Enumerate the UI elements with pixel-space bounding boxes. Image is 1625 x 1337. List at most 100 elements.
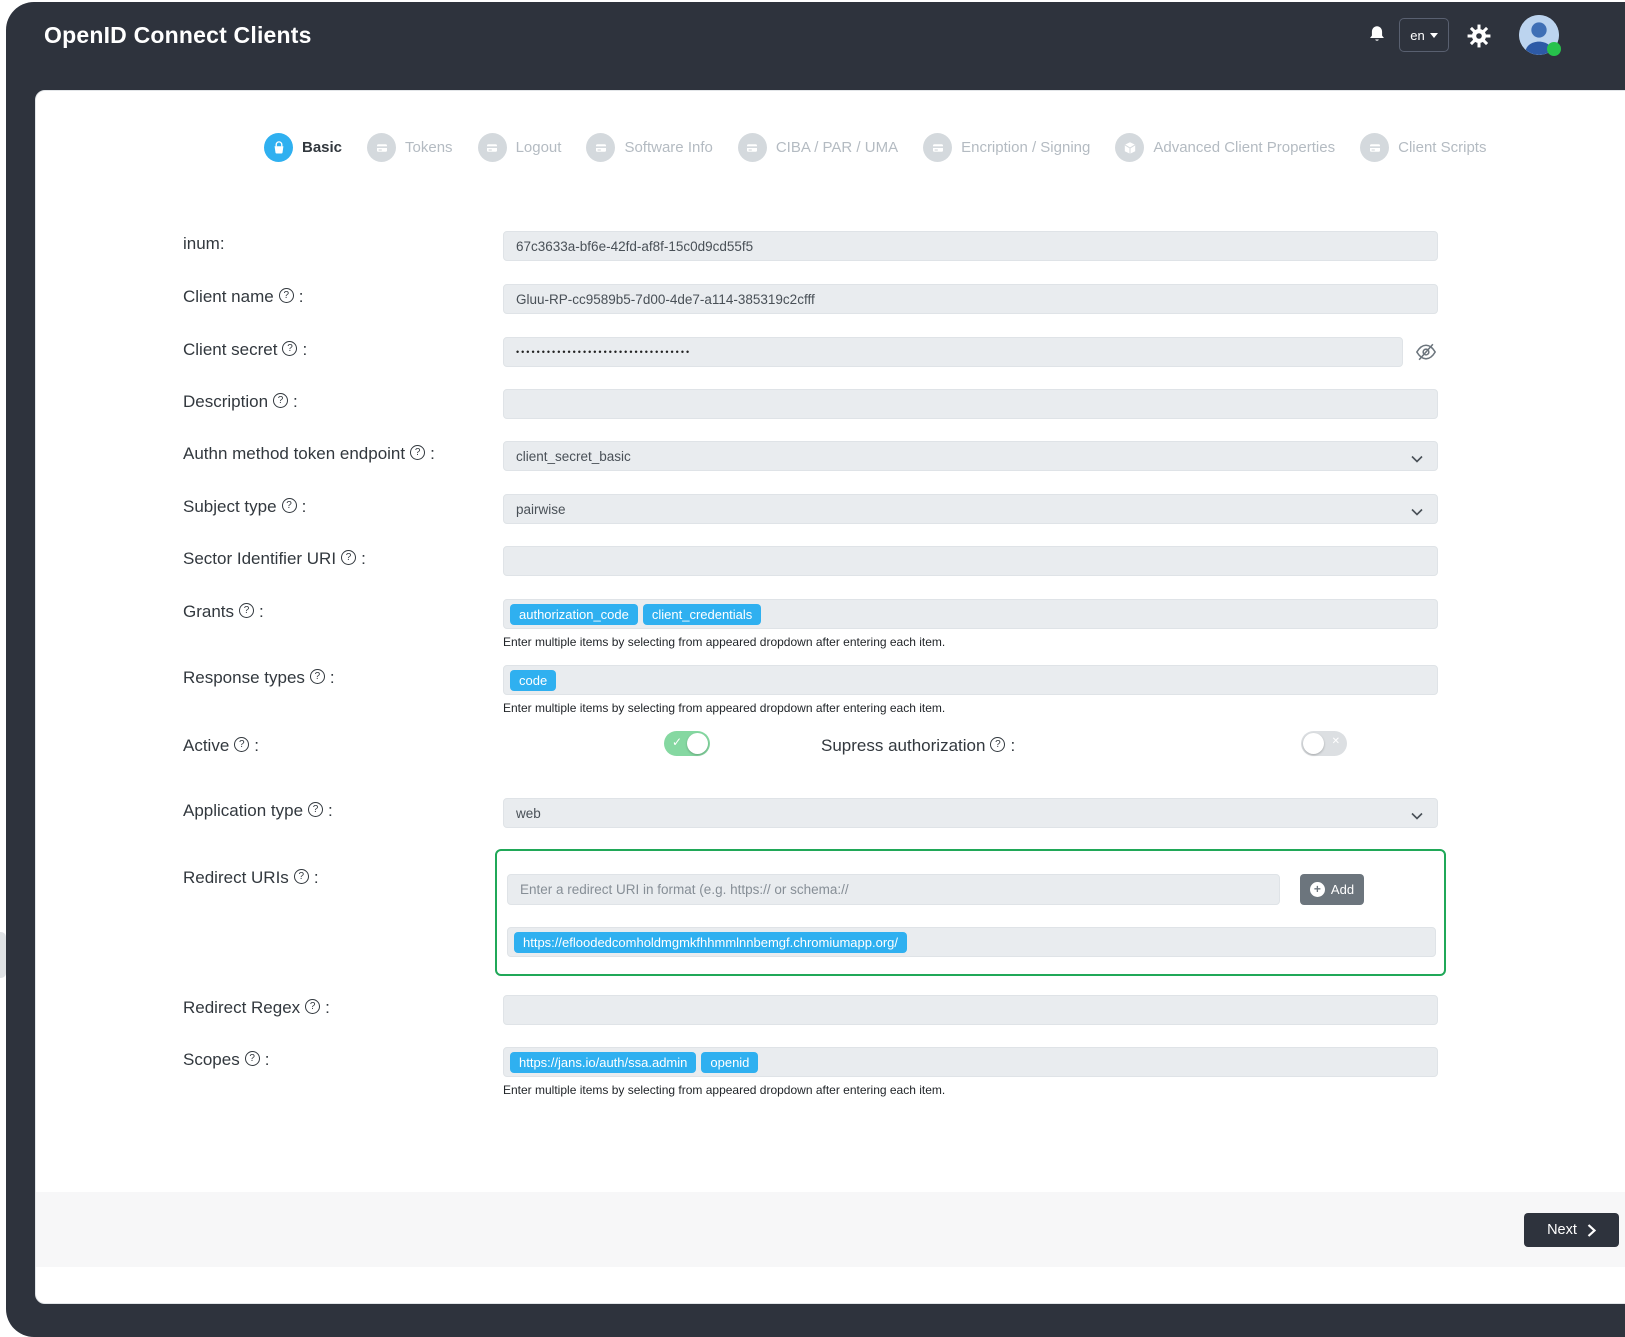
help-icon[interactable]: ?	[239, 603, 254, 618]
notifications-bell-icon[interactable]	[1364, 22, 1390, 50]
online-status-dot	[1547, 42, 1561, 56]
wizard-stepper: Basic Tokens Logout	[264, 133, 1486, 162]
client-name-field[interactable]	[503, 284, 1438, 314]
grants-field[interactable]: authorization_code client_credentials	[503, 599, 1438, 629]
redirect-uri-input[interactable]	[507, 874, 1280, 905]
scope-tag[interactable]: openid	[701, 1052, 758, 1073]
help-icon[interactable]: ?	[273, 393, 288, 408]
help-icon[interactable]: ?	[305, 999, 320, 1014]
card-icon	[586, 133, 615, 162]
help-icon[interactable]: ?	[410, 445, 425, 460]
scopes-field[interactable]: https://jans.io/auth/ssa.admin openid	[503, 1047, 1438, 1077]
tab-label: Encription / Signing	[961, 139, 1090, 156]
inum-field[interactable]	[503, 231, 1438, 261]
application-type-label: Application type?:	[183, 801, 333, 821]
supress-authorization-toggle[interactable]: ✕	[1301, 731, 1347, 756]
description-field[interactable]	[503, 389, 1438, 419]
tab-basic[interactable]: Basic	[264, 133, 342, 162]
left-edge-notch	[0, 932, 6, 978]
tab-logout[interactable]: Logout	[478, 133, 562, 162]
supress-authorization-label: Supress authorization?:	[821, 736, 1015, 756]
page: OpenID Connect Clients en	[0, 0, 1625, 1337]
application-type-select[interactable]: web	[503, 798, 1438, 828]
selected-value: client_secret_basic	[516, 449, 631, 464]
grant-tag[interactable]: authorization_code	[510, 604, 638, 625]
tab-advanced-client-properties[interactable]: Advanced Client Properties	[1115, 133, 1335, 162]
tab-client-scripts[interactable]: Client Scripts	[1360, 133, 1486, 162]
cube-icon	[1115, 133, 1144, 162]
tab-ciba-par-uma[interactable]: CIBA / PAR / UMA	[738, 133, 898, 162]
card-icon	[1360, 133, 1389, 162]
active-toggle[interactable]: ✓	[664, 731, 710, 756]
toggle-knob	[1303, 733, 1324, 754]
help-icon[interactable]: ?	[282, 498, 297, 513]
help-icon[interactable]: ?	[282, 341, 297, 356]
help-icon[interactable]: ?	[310, 669, 325, 684]
client-secret-label: Client secret?:	[183, 340, 307, 360]
redirect-uris-group: + Add https://efloodedcomholdmgmkfhhmmln…	[495, 849, 1446, 976]
chevron-right-icon	[1587, 1224, 1596, 1237]
multi-item-hint: Enter multiple items by selecting from a…	[503, 701, 945, 715]
card-icon	[738, 133, 767, 162]
tab-tokens[interactable]: Tokens	[367, 133, 453, 162]
toggle-knob	[687, 733, 708, 754]
next-button[interactable]: Next	[1524, 1213, 1619, 1247]
multi-item-hint: Enter multiple items by selecting from a…	[503, 1083, 945, 1097]
tab-label: Tokens	[405, 139, 453, 156]
redirect-uris-field[interactable]: https://efloodedcomholdmgmkfhhmmlnnbemgf…	[507, 927, 1436, 957]
help-icon[interactable]: ?	[245, 1051, 260, 1066]
response-types-label: Response types?:	[183, 668, 335, 688]
language-selector[interactable]: en	[1399, 18, 1449, 52]
grant-tag[interactable]: client_credentials	[643, 604, 761, 625]
help-icon[interactable]: ?	[279, 288, 294, 303]
next-button-label: Next	[1547, 1222, 1577, 1238]
sector-identifier-uri-field[interactable]	[503, 546, 1438, 576]
active-label: Active?:	[183, 736, 259, 756]
response-type-tag[interactable]: code	[510, 670, 556, 691]
tab-software-info[interactable]: Software Info	[586, 133, 712, 162]
authn-method-select[interactable]: client_secret_basic	[503, 441, 1438, 471]
help-icon[interactable]: ?	[308, 802, 323, 817]
add-button-label: Add	[1331, 882, 1354, 897]
tab-label: Client Scripts	[1398, 139, 1486, 156]
language-label: en	[1410, 28, 1424, 43]
client-name-label: Client name?:	[183, 287, 303, 307]
chevron-down-icon	[1411, 504, 1423, 519]
settings-gear-icon[interactable]	[1465, 22, 1493, 50]
eye-slash-icon[interactable]	[1414, 341, 1438, 363]
row-toggles: Active?: ✓ Supress authorization?: ✕	[36, 728, 1625, 768]
help-icon[interactable]: ?	[990, 737, 1005, 752]
card-icon	[923, 133, 952, 162]
selected-value: web	[516, 806, 541, 821]
tab-label: Logout	[516, 139, 562, 156]
plus-icon: +	[1310, 882, 1325, 897]
redirect-uris-label: Redirect URIs?:	[183, 868, 319, 888]
description-label: Description?:	[183, 392, 298, 412]
help-icon[interactable]: ?	[341, 550, 356, 565]
app-frame: OpenID Connect Clients en	[6, 2, 1625, 1337]
response-types-field[interactable]: code	[503, 665, 1438, 695]
multi-item-hint: Enter multiple items by selecting from a…	[503, 635, 945, 649]
help-icon[interactable]: ?	[294, 869, 309, 884]
inum-label: inum:	[183, 234, 225, 254]
tab-label: CIBA / PAR / UMA	[776, 139, 898, 156]
redirect-uri-tag[interactable]: https://efloodedcomholdmgmkfhhmmlnnbemgf…	[514, 932, 907, 953]
tab-label: Advanced Client Properties	[1153, 139, 1335, 156]
chevron-down-icon	[1411, 451, 1423, 466]
page-title: OpenID Connect Clients	[44, 22, 312, 49]
selected-value: pairwise	[516, 502, 566, 517]
redirect-regex-field[interactable]	[503, 995, 1438, 1025]
subject-type-label: Subject type?:	[183, 497, 306, 517]
app-header: OpenID Connect Clients en	[6, 2, 1625, 72]
basket-icon	[264, 133, 293, 162]
scope-tag[interactable]: https://jans.io/auth/ssa.admin	[510, 1052, 696, 1073]
tab-encription-signing[interactable]: Encription / Signing	[923, 133, 1090, 162]
add-redirect-uri-button[interactable]: + Add	[1300, 874, 1364, 905]
help-icon[interactable]: ?	[234, 737, 249, 752]
subject-type-select[interactable]: pairwise	[503, 494, 1438, 524]
user-avatar[interactable]	[1519, 15, 1559, 55]
tab-label: Basic	[302, 139, 342, 156]
tab-label: Software Info	[624, 139, 712, 156]
client-secret-field[interactable]: ••••••••••••••••••••••••••••••••••	[503, 337, 1403, 367]
sector-identifier-uri-label: Sector Identifier URI?:	[183, 549, 366, 569]
